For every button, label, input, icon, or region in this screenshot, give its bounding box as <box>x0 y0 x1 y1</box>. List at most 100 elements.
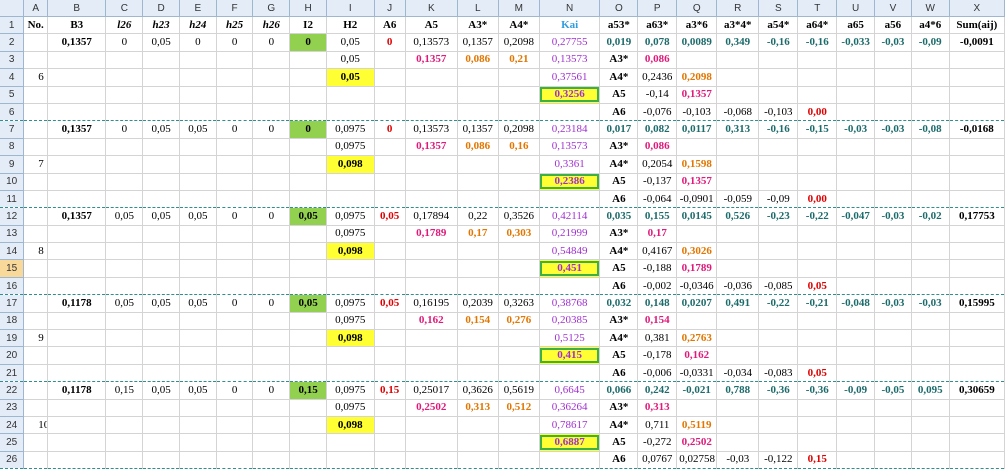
cell[interactable] <box>836 225 876 244</box>
header-b[interactable]: B3 <box>47 16 107 35</box>
cell[interactable] <box>498 346 540 365</box>
cell[interactable] <box>47 416 107 435</box>
column-header-g[interactable]: G <box>252 0 291 17</box>
cell[interactable]: -0,23 <box>758 207 799 226</box>
cell[interactable]: 0,78617 <box>539 416 601 435</box>
cell[interactable]: 0,4167 <box>637 242 678 261</box>
cell[interactable]: 0,0975 <box>326 294 375 313</box>
cell[interactable] <box>836 68 876 87</box>
cell[interactable]: -0,006 <box>637 364 678 383</box>
cell[interactable] <box>911 190 950 209</box>
cell[interactable] <box>105 416 144 435</box>
cell[interactable] <box>539 364 601 383</box>
cell[interactable] <box>405 433 458 452</box>
cell[interactable]: 0,095 <box>911 381 950 400</box>
cell[interactable] <box>105 277 144 296</box>
cell[interactable] <box>47 103 107 122</box>
cell[interactable] <box>374 433 406 452</box>
cell[interactable]: A3* <box>599 138 639 157</box>
cell[interactable] <box>911 86 950 104</box>
cell[interactable]: -0,36 <box>797 381 838 400</box>
cell[interactable] <box>105 51 144 70</box>
cell[interactable] <box>142 103 180 122</box>
header-p[interactable]: a63* <box>637 16 678 35</box>
cell[interactable] <box>949 364 1005 383</box>
column-header-r[interactable]: R <box>716 0 760 17</box>
cell[interactable] <box>374 138 406 157</box>
cell[interactable] <box>289 433 327 452</box>
cell[interactable] <box>405 86 458 104</box>
cell[interactable]: -0,09 <box>911 33 950 52</box>
cell[interactable] <box>216 399 254 417</box>
row-header-6[interactable]: 6 <box>0 103 25 122</box>
cell[interactable]: 0,162 <box>405 312 458 331</box>
cell[interactable] <box>758 173 799 191</box>
cell[interactable]: 0 <box>216 33 254 52</box>
cell[interactable] <box>836 86 876 104</box>
cell[interactable] <box>836 173 876 191</box>
cell[interactable] <box>289 242 327 261</box>
cell[interactable] <box>289 451 327 469</box>
header-u[interactable]: a65 <box>836 16 876 35</box>
cell[interactable]: -0,122 <box>758 451 799 469</box>
cell[interactable] <box>405 451 458 469</box>
cell[interactable]: 0,066 <box>599 381 639 400</box>
header-r[interactable]: a3*4* <box>716 16 760 35</box>
cell[interactable]: 0 <box>252 381 291 400</box>
cell[interactable]: 0,1357 <box>676 86 718 104</box>
cell[interactable] <box>457 277 499 296</box>
cell[interactable] <box>911 51 950 70</box>
cell[interactable] <box>105 155 144 174</box>
cell[interactable]: -0,16 <box>758 33 799 52</box>
cell[interactable] <box>911 364 950 383</box>
cell[interactable]: 0,1357 <box>405 51 458 70</box>
cell[interactable]: 0,15 <box>105 381 144 400</box>
cell[interactable] <box>758 312 799 331</box>
cell[interactable] <box>47 451 107 469</box>
cell[interactable]: 0,3263 <box>498 294 540 313</box>
cell[interactable] <box>874 277 912 296</box>
cell[interactable]: -0,064 <box>637 190 678 209</box>
cell[interactable] <box>105 225 144 244</box>
cell[interactable] <box>289 155 327 174</box>
cell[interactable] <box>405 329 458 348</box>
cell[interactable] <box>142 86 180 104</box>
cell[interactable]: 0,25017 <box>405 381 458 400</box>
cell[interactable] <box>836 242 876 261</box>
cell[interactable] <box>539 103 601 122</box>
cell[interactable]: 0,313 <box>716 120 760 139</box>
cell[interactable] <box>252 364 291 383</box>
cell[interactable] <box>911 346 950 365</box>
cell[interactable]: -0,103 <box>758 103 799 122</box>
cell[interactable] <box>105 103 144 122</box>
cell[interactable] <box>289 138 327 157</box>
cell[interactable]: A5 <box>599 433 639 452</box>
cell[interactable] <box>216 346 254 365</box>
cell[interactable] <box>289 399 327 417</box>
row-header-10[interactable]: 10 <box>0 173 25 191</box>
cell[interactable] <box>911 416 950 435</box>
column-header-d[interactable]: D <box>142 0 180 17</box>
group-number[interactable]: 7 <box>23 155 49 174</box>
cell[interactable]: 0,1789 <box>405 225 458 244</box>
cell[interactable] <box>911 68 950 87</box>
row-header-25[interactable]: 25 <box>0 433 25 452</box>
row-header-3[interactable]: 3 <box>0 51 25 70</box>
column-header-u[interactable]: U <box>836 0 876 17</box>
cell[interactable] <box>47 138 107 157</box>
cell[interactable] <box>874 364 912 383</box>
cell[interactable] <box>758 259 799 278</box>
cell[interactable] <box>874 51 912 70</box>
cell[interactable]: 0,00 <box>797 103 838 122</box>
cell[interactable]: 0,276 <box>498 312 540 331</box>
cell[interactable]: 0,0975 <box>326 225 375 244</box>
cell[interactable] <box>836 416 876 435</box>
cell[interactable]: -0,0331 <box>676 364 718 383</box>
cell[interactable] <box>498 103 540 122</box>
cell[interactable] <box>179 103 217 122</box>
column-header-w[interactable]: W <box>911 0 950 17</box>
cell[interactable] <box>797 68 838 87</box>
column-header-b[interactable]: B <box>47 0 107 17</box>
cell[interactable]: 0,15 <box>374 381 406 400</box>
cell[interactable] <box>216 416 254 435</box>
